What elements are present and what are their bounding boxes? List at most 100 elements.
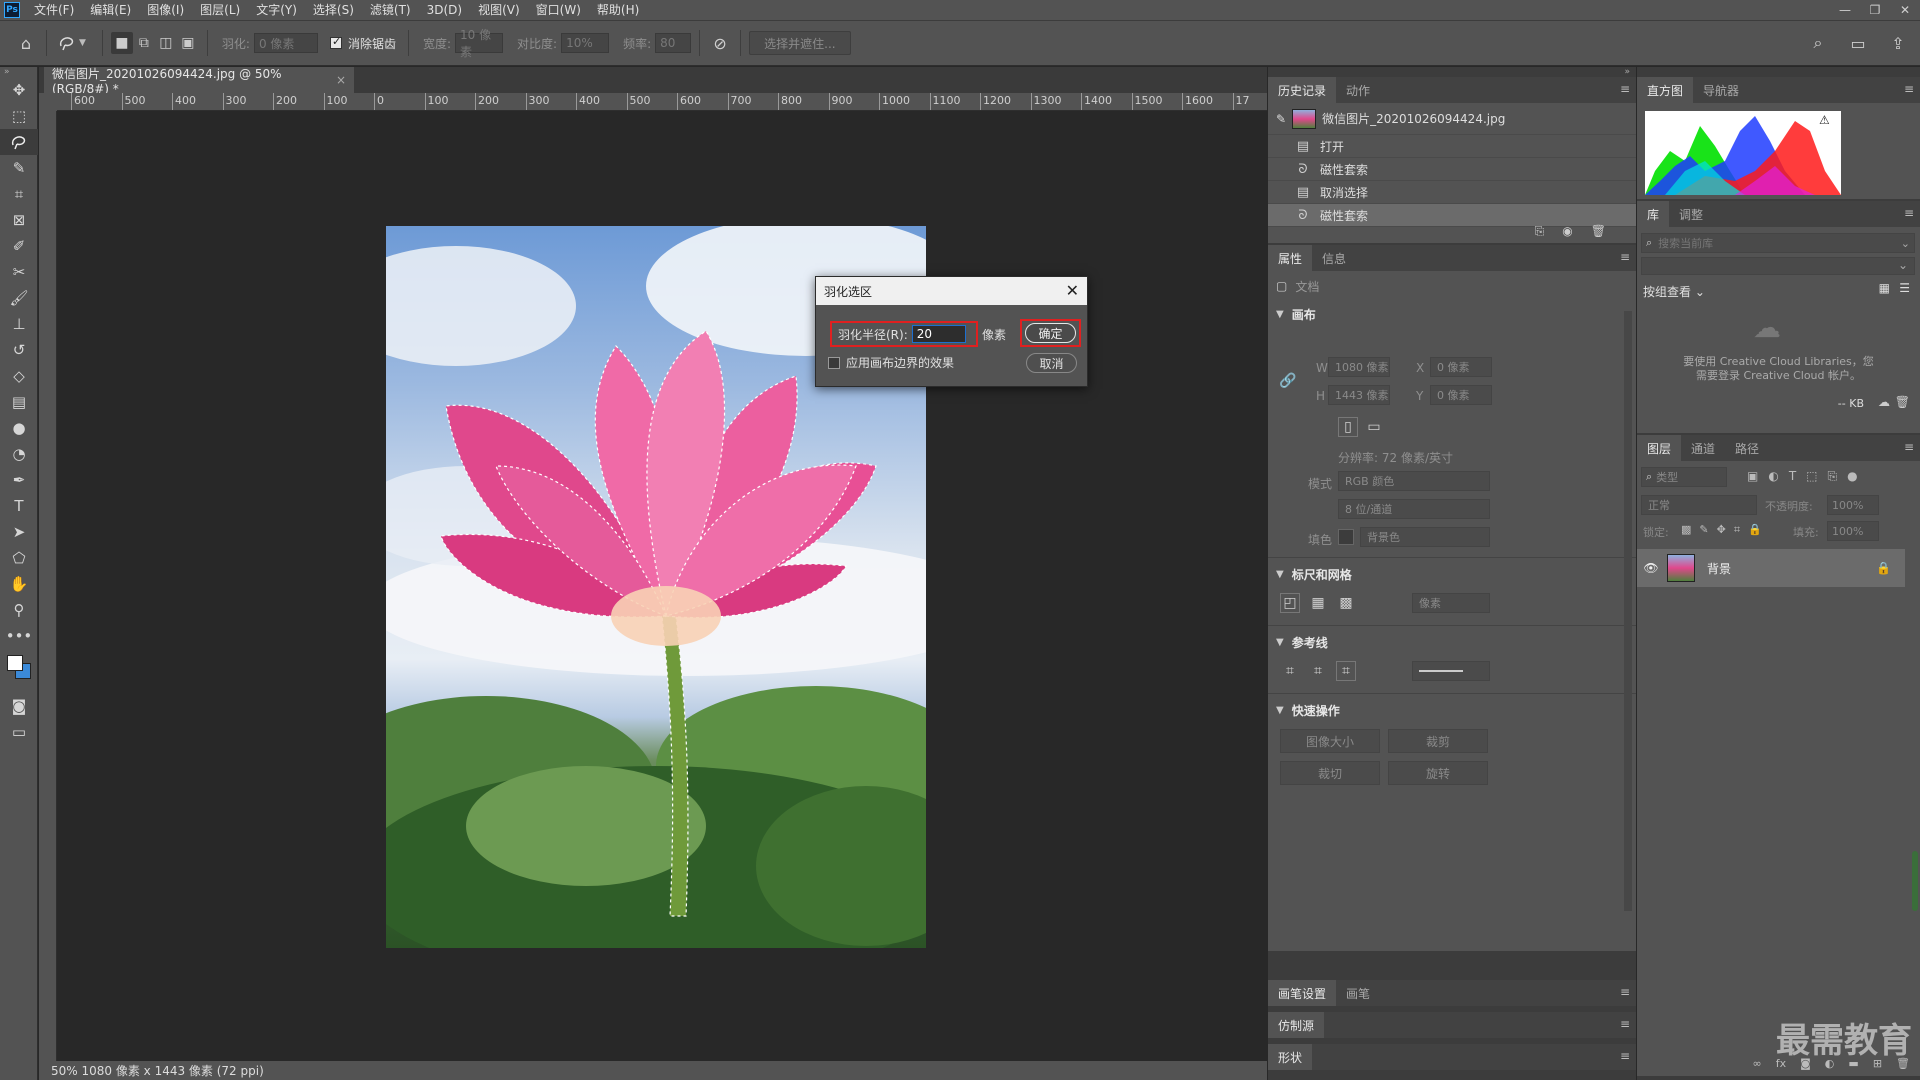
- menu-3d[interactable]: 3D(D): [419, 0, 470, 20]
- screen-mode-icon[interactable]: ▭: [0, 719, 38, 745]
- add-selection-icon[interactable]: ⧉: [133, 32, 155, 54]
- canvas-section-header[interactable]: ▼ 画布: [1268, 301, 1636, 327]
- tab-actions[interactable]: 动作: [1336, 77, 1380, 103]
- blur-tool-icon[interactable]: ●: [0, 415, 38, 441]
- cloud-sync-icon[interactable]: ☁: [1878, 395, 1890, 409]
- rotate-button[interactable]: 旋转: [1388, 761, 1488, 785]
- close-icon[interactable]: ✕: [1066, 281, 1079, 300]
- tab-navigator[interactable]: 导航器: [1693, 77, 1749, 103]
- collapse-toolbar-icon[interactable]: »: [0, 67, 37, 77]
- camera-icon[interactable]: ◉: [1562, 224, 1572, 239]
- lasso-tool-icon[interactable]: [0, 129, 38, 155]
- dialog-titlebar[interactable]: 羽化选区 ✕: [816, 277, 1087, 305]
- guide-layout-icon[interactable]: ⌗: [1308, 661, 1328, 681]
- pen-tool-icon[interactable]: ✒: [0, 467, 38, 493]
- lock-image-icon[interactable]: ✎: [1699, 523, 1708, 537]
- magnetic-lasso-preset-icon[interactable]: [55, 31, 79, 55]
- brush-tool-icon[interactable]: 🖌: [0, 285, 38, 311]
- lock-transparent-icon[interactable]: ▩: [1681, 523, 1691, 537]
- select-and-mask-button[interactable]: 选择并遮住...: [749, 31, 851, 55]
- type-filter-icon[interactable]: T: [1789, 469, 1796, 484]
- width-field[interactable]: 1080 像素: [1328, 357, 1390, 377]
- tab-adjustments[interactable]: 调整: [1669, 201, 1713, 227]
- menu-edit[interactable]: 编辑(E): [82, 0, 139, 20]
- panel-menu-icon[interactable]: ≡: [1620, 82, 1630, 96]
- trim-button[interactable]: 裁切: [1280, 761, 1380, 785]
- hand-tool-icon[interactable]: ✋: [0, 571, 38, 597]
- more-tools-icon[interactable]: •••: [0, 623, 38, 649]
- type-tool-icon[interactable]: T: [0, 493, 38, 519]
- scrollbar[interactable]: [1912, 851, 1918, 911]
- trash-icon[interactable]: 🗑: [1591, 224, 1606, 239]
- tab-brushes[interactable]: 画笔: [1336, 980, 1380, 1006]
- tab-info[interactable]: 信息: [1312, 245, 1356, 271]
- tab-history[interactable]: 历史记录: [1268, 77, 1337, 103]
- healing-brush-tool-icon[interactable]: ✂: [0, 259, 38, 285]
- clone-stamp-tool-icon[interactable]: ⊥: [0, 311, 38, 337]
- library-select[interactable]: ⌄: [1641, 257, 1915, 275]
- x-field[interactable]: 0 像素: [1430, 357, 1492, 377]
- panel-menu-icon[interactable]: ≡: [1620, 985, 1630, 999]
- trash-icon[interactable]: 🗑: [1895, 395, 1910, 409]
- history-snapshot[interactable]: ✎ 微信图片_20201026094424.jpg: [1268, 103, 1636, 135]
- history-step[interactable]: ᘐ 磁性套索: [1268, 158, 1636, 181]
- foreground-color-icon[interactable]: [7, 655, 23, 671]
- pixel-grid-toggle-icon[interactable]: ▩: [1336, 593, 1356, 613]
- dodge-tool-icon[interactable]: ◔: [0, 441, 38, 467]
- stylus-pressure-icon[interactable]: ⊘: [708, 31, 732, 55]
- lock-icon[interactable]: 🔒: [1876, 561, 1891, 575]
- bit-depth-select[interactable]: 8 位/通道: [1338, 499, 1490, 519]
- path-selection-tool-icon[interactable]: ➤: [0, 519, 38, 545]
- chevron-down-icon[interactable]: ▼: [79, 38, 86, 48]
- quick-selection-tool-icon[interactable]: ✎: [0, 155, 38, 181]
- warning-icon[interactable]: ⚠: [1819, 113, 1830, 127]
- view-by-group-dropdown[interactable]: 按组查看 ⌄: [1643, 283, 1705, 300]
- tab-brush-settings[interactable]: 画笔设置: [1268, 980, 1337, 1006]
- library-search-input[interactable]: ⌕ 搜索当前库 ⌄: [1641, 233, 1915, 253]
- crop-tool-icon[interactable]: ⌗: [0, 181, 38, 207]
- share-icon[interactable]: ⇪: [1886, 31, 1910, 55]
- new-document-from-state-icon[interactable]: ⎘: [1535, 224, 1545, 239]
- eraser-tool-icon[interactable]: ◇: [0, 363, 38, 389]
- lock-all-icon[interactable]: 🔒: [1748, 523, 1762, 537]
- tab-properties[interactable]: 属性: [1268, 245, 1313, 271]
- filter-toggle-icon[interactable]: ●: [1847, 469, 1857, 484]
- menu-image[interactable]: 图像(I): [139, 0, 192, 20]
- guide-icon[interactable]: ⌗: [1280, 661, 1300, 681]
- height-field[interactable]: 1443 像素: [1328, 385, 1390, 405]
- apply-canvas-bounds-checkbox[interactable]: [828, 357, 840, 369]
- image-size-button[interactable]: 图像大小: [1280, 729, 1380, 753]
- panel-menu-icon[interactable]: ≡: [1904, 206, 1914, 220]
- landscape-orientation-icon[interactable]: ▭: [1364, 417, 1384, 437]
- close-tab-icon[interactable]: ×: [336, 73, 346, 87]
- shape-filter-icon[interactable]: ⬚: [1806, 469, 1817, 484]
- pixel-filter-icon[interactable]: ▣: [1747, 469, 1758, 484]
- frame-tool-icon[interactable]: ⊠: [0, 207, 38, 233]
- tab-channels[interactable]: 通道: [1681, 435, 1725, 461]
- grid-view-icon[interactable]: ▦: [1879, 281, 1890, 295]
- menu-help[interactable]: 帮助(H): [589, 0, 647, 20]
- subtract-selection-icon[interactable]: ◫: [155, 32, 177, 54]
- tab-histogram[interactable]: 直方图: [1637, 77, 1694, 103]
- menu-window[interactable]: 窗口(W): [528, 0, 589, 20]
- contrast-input[interactable]: 10%: [561, 33, 610, 53]
- guides-section-header[interactable]: ▼ 参考线: [1268, 629, 1328, 655]
- frequency-input[interactable]: 80: [655, 33, 692, 53]
- ruler-toggle-icon[interactable]: ◰: [1280, 593, 1300, 613]
- canvas-area[interactable]: [57, 111, 1267, 1061]
- home-icon[interactable]: ⌂: [14, 31, 38, 55]
- close-window-icon[interactable]: ✕: [1890, 0, 1920, 20]
- menu-layer[interactable]: 图层(L): [192, 0, 248, 20]
- smart-guides-icon[interactable]: ⌗: [1336, 661, 1356, 681]
- panel-menu-icon[interactable]: ≡: [1620, 250, 1630, 264]
- panel-menu-icon[interactable]: ≡: [1620, 1017, 1630, 1031]
- adjustment-filter-icon[interactable]: ◐: [1768, 469, 1778, 484]
- fill-input[interactable]: 100%: [1827, 521, 1879, 541]
- tab-shapes[interactable]: 形状: [1268, 1044, 1313, 1070]
- y-field[interactable]: 0 像素: [1430, 385, 1492, 405]
- crop-button[interactable]: 裁剪: [1388, 729, 1488, 753]
- new-selection-icon[interactable]: ■: [110, 32, 133, 54]
- tab-libraries[interactable]: 库: [1637, 201, 1670, 227]
- history-brush-tool-icon[interactable]: ↺: [0, 337, 38, 363]
- lock-position-icon[interactable]: ✥: [1717, 523, 1726, 537]
